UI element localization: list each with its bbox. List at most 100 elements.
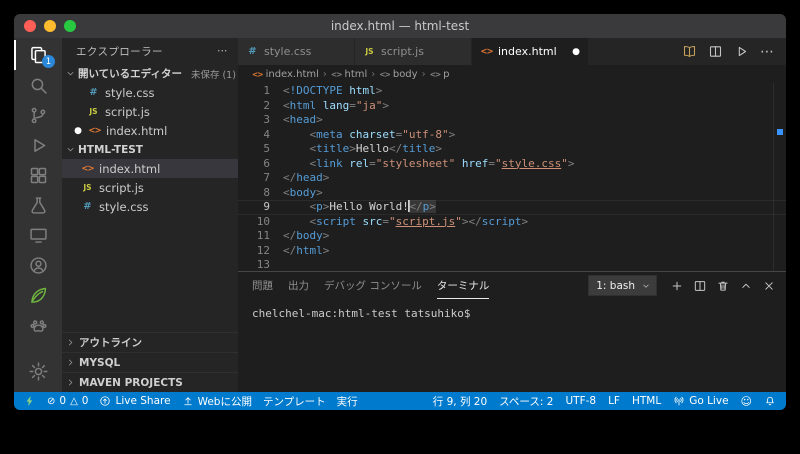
- panel-tab-出力[interactable]: 出力: [288, 272, 309, 299]
- code-line-1[interactable]: 1<!DOCTYPE html>: [238, 84, 786, 99]
- search-icon: [28, 75, 49, 96]
- status-template[interactable]: テンプレート: [263, 394, 326, 409]
- tree-item[interactable]: <>index.html: [62, 159, 238, 178]
- dirty-indicator: ●: [73, 126, 83, 136]
- open-editor-item[interactable]: JSscript.js: [62, 102, 238, 121]
- activity-item-settings[interactable]: [14, 356, 62, 386]
- terminal[interactable]: chelchel-mac:html-test tatsuhiko$: [238, 299, 786, 392]
- code-line-8[interactable]: 8<body>: [238, 186, 786, 201]
- source-control-icon: [28, 105, 49, 126]
- open-editor-item[interactable]: #style.css: [62, 83, 238, 102]
- css-file-icon: #: [81, 201, 94, 212]
- file-name: style.css: [99, 200, 149, 214]
- more-actions-button[interactable]: ⋯: [760, 44, 774, 59]
- sidebar-section-アウトライン[interactable]: アウトライン: [62, 332, 238, 352]
- code-token: </: [283, 171, 296, 184]
- tab-index.html[interactable]: <>index.html●: [472, 38, 589, 65]
- code-line-9[interactable]: 9 <p>Hello World!</p>: [238, 200, 786, 215]
- new-terminal-button[interactable]: [670, 279, 684, 293]
- activity-item-extensions[interactable]: [14, 160, 62, 190]
- tree-item[interactable]: JSscript.js: [62, 178, 238, 197]
- code-line-4[interactable]: 4 <meta charset="utf-8">: [238, 128, 786, 143]
- activity-item-testing[interactable]: [14, 190, 62, 220]
- panel-tab-デバッグ コンソール[interactable]: デバッグ コンソール: [324, 272, 422, 299]
- activity-item-explorer[interactable]: 1: [14, 40, 62, 70]
- breadcrumb-separator: ›: [323, 69, 327, 80]
- status-remote[interactable]: [24, 395, 36, 407]
- breadcrumb-item-html[interactable]: <>html: [331, 69, 367, 80]
- section-label: MYSQL: [79, 357, 120, 369]
- zoom-window-button[interactable]: [64, 20, 76, 32]
- activity-item-source-control[interactable]: [14, 100, 62, 130]
- close-panel-button[interactable]: [762, 279, 776, 293]
- kill-terminal-button[interactable]: [716, 279, 730, 293]
- status-publish-web[interactable]: Webに公開: [182, 394, 252, 409]
- close-window-button[interactable]: [24, 20, 36, 32]
- status-label: LF: [608, 395, 620, 407]
- code-line-5[interactable]: 5 <title>Hello</title>: [238, 142, 786, 157]
- status-notifications[interactable]: [764, 395, 776, 407]
- activity-item-search[interactable]: [14, 70, 62, 100]
- activity-item-run-debug[interactable]: [14, 130, 62, 160]
- code-line-11[interactable]: 11</body>: [238, 229, 786, 244]
- code-token: head: [290, 113, 317, 126]
- code-line-6[interactable]: 6 <link rel="stylesheet" href="style.css…: [238, 157, 786, 172]
- code-token: rel: [349, 157, 369, 170]
- code-token: Hello World!: [329, 200, 408, 213]
- status-live-share[interactable]: Live Share: [99, 395, 170, 407]
- symbol-icon: <>: [331, 70, 342, 79]
- line-number: 5: [238, 142, 283, 157]
- code-token: src: [363, 215, 383, 228]
- breadcrumb-item-body[interactable]: <>body: [379, 69, 417, 80]
- activity-item-docker[interactable]: [14, 310, 62, 340]
- status-eol[interactable]: LF: [608, 395, 620, 407]
- activity-item-spring-boot[interactable]: [14, 280, 62, 310]
- minimize-window-button[interactable]: [44, 20, 56, 32]
- code-editor[interactable]: 1<!DOCTYPE html>2<html lang="ja">3<head>…: [238, 83, 786, 271]
- status-encoding[interactable]: UTF-8: [565, 395, 596, 407]
- tree-item[interactable]: # style.css: [62, 197, 238, 216]
- code-line-13[interactable]: 13: [238, 258, 786, 271]
- activity-item-remote-explorer[interactable]: [14, 220, 62, 250]
- folder-header[interactable]: HTML-TEST: [62, 140, 238, 159]
- open-editor-item[interactable]: ●<>index.html: [62, 121, 238, 140]
- status-go-live[interactable]: Go Live: [673, 395, 728, 407]
- status-cursor-position[interactable]: 行 9, 列 20: [433, 394, 487, 409]
- open-preview-button[interactable]: [682, 44, 697, 59]
- terminal-shell-select[interactable]: 1: bash: [588, 275, 657, 296]
- breadcrumb-item-index.html[interactable]: <>index.html: [252, 69, 319, 80]
- tab-style.css[interactable]: #style.css: [238, 38, 355, 65]
- scrollbar[interactable]: [773, 83, 786, 271]
- breadcrumb-item-p[interactable]: <>p: [430, 69, 450, 80]
- warning-icon: △: [70, 396, 78, 407]
- status-language-mode[interactable]: HTML: [632, 395, 661, 407]
- titlebar[interactable]: index.html — html-test: [14, 14, 786, 38]
- status-indentation[interactable]: スペース: 2: [499, 394, 553, 409]
- code-line-7[interactable]: 7</head>: [238, 171, 786, 186]
- line-number: 6: [238, 157, 283, 172]
- split-editor-button[interactable]: [708, 44, 723, 59]
- activity-item-live-share[interactable]: [14, 250, 62, 280]
- panel-tab-問題[interactable]: 問題: [252, 272, 273, 299]
- status-run[interactable]: 実行: [337, 394, 358, 409]
- sidebar-section-MAVEN PROJECTS[interactable]: MAVEN PROJECTS: [62, 372, 238, 392]
- open-editors-header[interactable]: 開いているエディター未保存 (1): [62, 64, 238, 83]
- breadcrumb-label: p: [443, 69, 449, 80]
- bell-icon: [764, 395, 776, 407]
- sidebar-more-actions[interactable]: ⋯: [217, 45, 228, 57]
- sidebar-section-MYSQL[interactable]: MYSQL: [62, 352, 238, 372]
- code-line-3[interactable]: 3<head>: [238, 113, 786, 128]
- tab-script.js[interactable]: JSscript.js: [355, 38, 472, 65]
- code-token: <: [283, 113, 290, 126]
- code-line-12[interactable]: 12</html>: [238, 244, 786, 259]
- run-file-button[interactable]: [734, 44, 749, 59]
- maximize-panel-button[interactable]: [739, 279, 753, 293]
- panel-tab-ターミナル[interactable]: ターミナル: [437, 272, 490, 299]
- status-label: Live Share: [115, 395, 170, 407]
- code-line-10[interactable]: 10 <script src="script.js"></script>: [238, 215, 786, 230]
- split-terminal-button[interactable]: [693, 279, 707, 293]
- line-number: 13: [238, 258, 283, 271]
- code-line-2[interactable]: 2<html lang="ja">: [238, 99, 786, 114]
- status-problems[interactable]: ⊘0△0: [47, 395, 88, 407]
- status-feedback[interactable]: ☺: [741, 395, 752, 407]
